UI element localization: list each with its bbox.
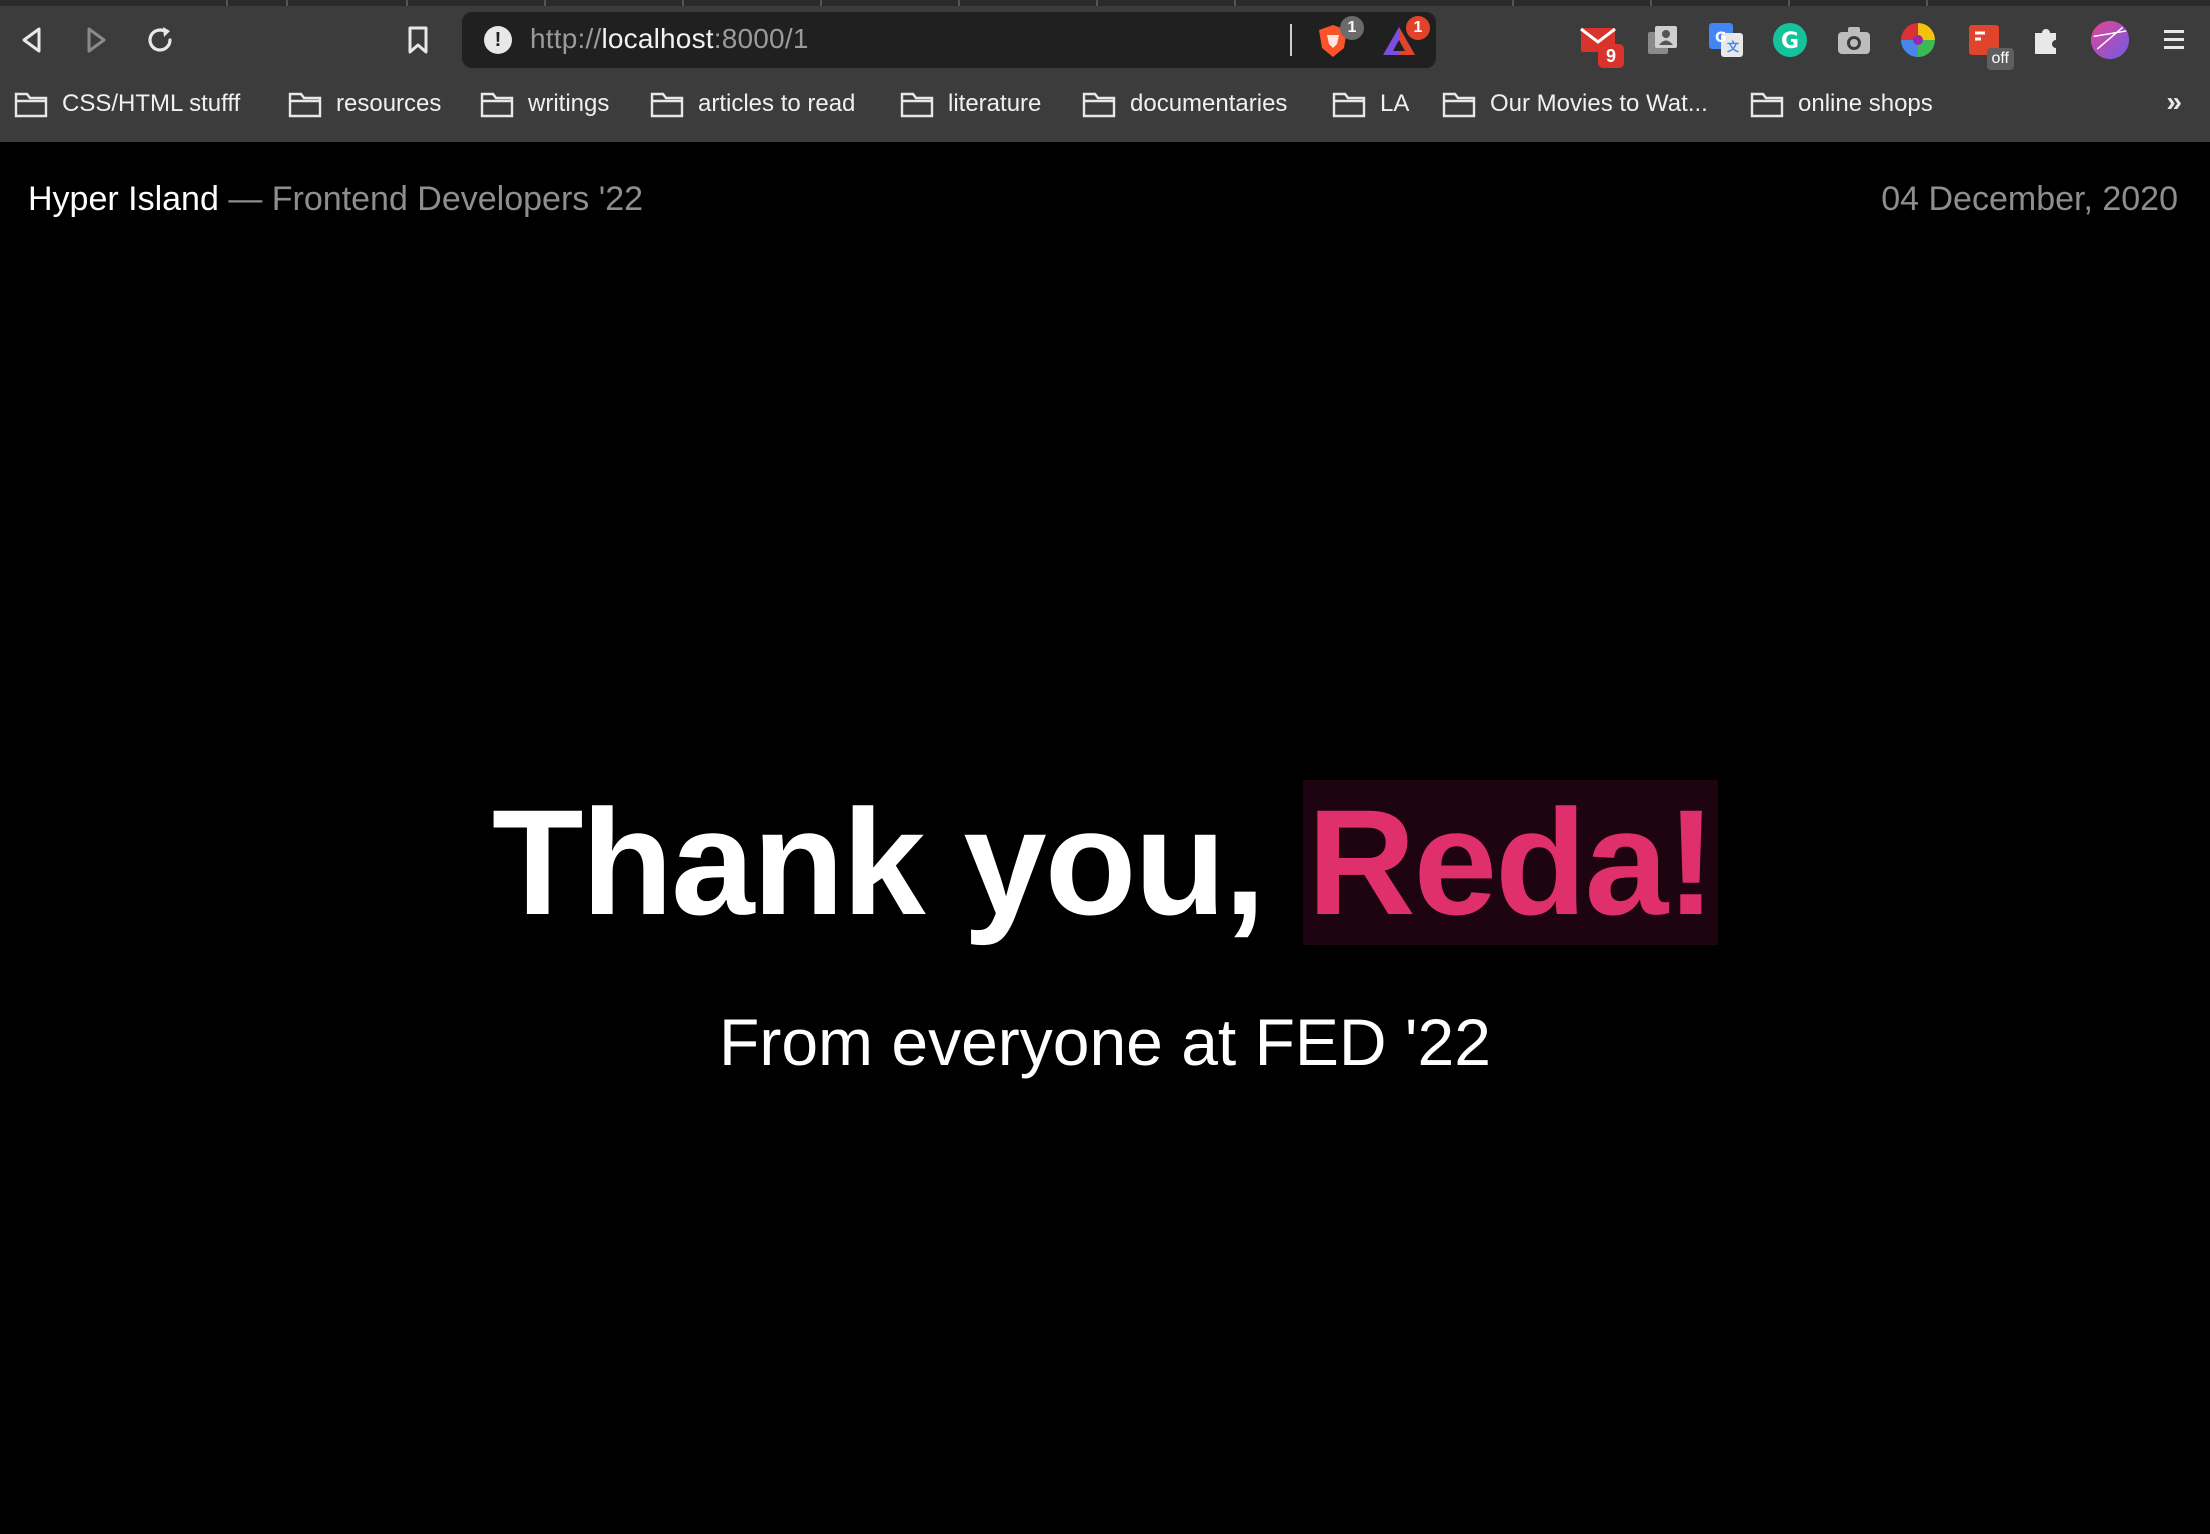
bookmark-label: writings [528,90,610,117]
omnibox-separator [1290,24,1292,56]
brand-name: Hyper Island [28,180,219,218]
contacts-icon[interactable] [1642,20,1682,60]
bookmark-label: literature [948,90,1042,117]
bookmark-folder[interactable]: documentaries [1082,86,1287,122]
course-name: Frontend Developers '22 [271,180,644,218]
browser-toolbar: ! http://localhost:8000/1 1 1 9 G 文 G of… [0,6,2210,74]
menu-icon[interactable] [2154,20,2194,60]
brand-header: Hyper Island — Frontend Developers '22 [28,180,643,219]
bookmark-folder[interactable]: Our Movies to Wat... [1442,86,1708,122]
headline-highlight-name: Reda! [1303,780,1719,945]
not-secure-warning-icon[interactable]: ! [484,26,512,54]
bookmark-button[interactable] [392,14,444,66]
reload-icon [148,27,172,52]
bookmark-folder[interactable]: writings [480,86,609,122]
bookmark-label: CSS/HTML stufff [62,90,241,117]
gmail-icon[interactable]: 9 [1578,20,1624,68]
bookmark-label: documentaries [1130,90,1288,117]
camera-icon[interactable] [1834,20,1874,60]
brave-shields-icon[interactable]: 1 [1314,16,1364,60]
bookmark-label: articles to read [698,90,856,117]
bookmarks-bar: CSS/HTML stufff resources writings artic… [0,76,2210,132]
brave-rewards-icon[interactable]: 1 [1380,16,1430,60]
headline: Thank you, Reda! [0,780,2210,945]
url-text[interactable]: http://localhost:8000/1 [530,23,809,55]
shields-count-badge: 1 [1340,16,1364,40]
back-arrow-icon [22,27,41,53]
bookmark-label: LA [1380,90,1410,117]
color-picker-icon[interactable] [1898,20,1938,60]
headline-prefix: Thank you, [491,778,1266,946]
bookmark-label: online shops [1798,90,1933,117]
reload-button[interactable] [134,14,186,66]
folder-icon [1750,92,1784,118]
css-peeper-icon[interactable]: off [1964,20,2014,70]
folder-icon [288,92,322,118]
bookmark-folder[interactable]: resources [288,86,441,122]
rewards-count-badge: 1 [1406,16,1430,40]
forward-arrow-icon [87,27,106,53]
folder-icon [1442,92,1476,118]
profile-avatar-icon[interactable] [2090,20,2130,60]
folder-icon [480,92,514,118]
extension-off-badge: off [1986,48,2014,70]
slide-date: 04 December, 2020 [1881,180,2178,218]
folder-icon [650,92,684,118]
brand-separator: — [228,180,263,218]
back-button[interactable] [6,14,58,66]
svg-text:G: G [1781,29,1799,54]
svg-text:文: 文 [1727,39,1740,54]
subline: From everyone at FED '22 [719,1005,1491,1079]
bookmark-folder[interactable]: online shops [1750,86,1933,122]
bookmark-folder[interactable]: CSS/HTML stufff [14,86,240,122]
bookmarks-overflow-button[interactable]: » [2166,86,2182,118]
folder-icon [1332,92,1366,118]
browser-chrome: ! http://localhost:8000/1 1 1 9 G 文 G of… [0,0,2210,142]
google-translate-icon[interactable]: G 文 [1706,20,1746,60]
folder-icon [1082,92,1116,118]
bookmark-label: resources [336,90,442,117]
folder-icon [14,92,48,118]
forward-button[interactable] [70,14,122,66]
address-bar[interactable]: ! http://localhost:8000/1 1 1 [462,12,1436,68]
bookmark-folder[interactable]: articles to read [650,86,855,122]
bookmark-label: Our Movies to Wat... [1490,90,1708,117]
svg-text:G: G [1715,30,1727,46]
grammarly-icon[interactable]: G [1770,20,1810,60]
bookmark-icon [408,26,428,54]
slide-page: Hyper Island — Frontend Developers '22 0… [0,142,2210,1534]
gmail-unread-badge: 9 [1598,44,1624,68]
bookmark-folder[interactable]: LA [1332,86,1409,122]
bookmark-folder[interactable]: literature [900,86,1041,122]
folder-icon [900,92,934,118]
puzzle-extensions-icon[interactable] [2026,20,2066,60]
